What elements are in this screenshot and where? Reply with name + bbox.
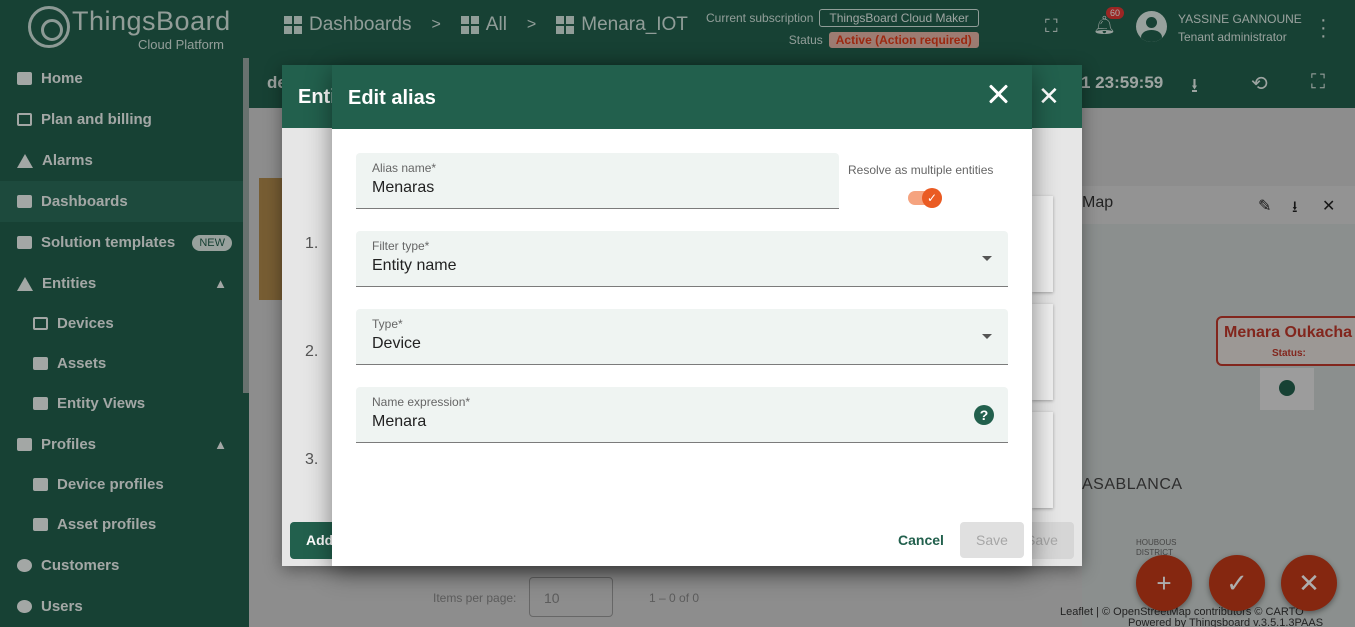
alias-row-card[interactable] (1032, 196, 1053, 292)
resolve-multiple-label: Resolve as multiple entities (848, 163, 994, 177)
dialog-title: Edit alias (348, 87, 436, 109)
alias-row-number: 3. (305, 451, 319, 468)
dropdown-arrow-icon (982, 256, 992, 261)
name-expression-field[interactable]: Name expression* Menara ? (356, 387, 1008, 443)
edit-alias-dialog: Edit alias Alias name* Menaras Resolve a… (332, 65, 1032, 566)
cancel-button[interactable]: Cancel (884, 522, 958, 558)
alias-name-field[interactable]: Alias name* Menaras (356, 153, 839, 209)
name-expression-input[interactable]: Menara (372, 413, 426, 431)
alias-row-card[interactable] (1032, 304, 1053, 400)
alias-row-number: 2. (305, 343, 319, 360)
filter-type-value: Entity name (372, 257, 457, 274)
outer-save-button[interactable]: Save (1026, 522, 1074, 559)
close-icon[interactable]: ✕ (1038, 81, 1060, 112)
help-icon[interactable]: ? (974, 405, 994, 425)
close-icon[interactable] (988, 83, 1010, 105)
save-button[interactable]: Save (960, 522, 1024, 558)
type-value: Device (372, 335, 421, 352)
check-icon: ✓ (922, 188, 942, 208)
alias-row-card[interactable] (1032, 412, 1053, 508)
type-label: Type* (372, 317, 403, 331)
edit-alias-header: Edit alias (332, 65, 1032, 129)
type-select[interactable]: Type* Device (356, 309, 1008, 365)
alias-row-number: 1. (305, 235, 319, 252)
entity-aliases-title: Enti (298, 86, 336, 108)
filter-type-select[interactable]: Filter type* Entity name (356, 231, 1008, 287)
name-expression-label: Name expression* (372, 395, 471, 409)
alias-name-label: Alias name* (372, 161, 437, 175)
alias-name-input[interactable]: Menaras (372, 179, 434, 197)
resolve-multiple-toggle[interactable]: ✓ (908, 188, 944, 208)
filter-type-label: Filter type* (372, 239, 430, 253)
dropdown-arrow-icon (982, 334, 992, 339)
